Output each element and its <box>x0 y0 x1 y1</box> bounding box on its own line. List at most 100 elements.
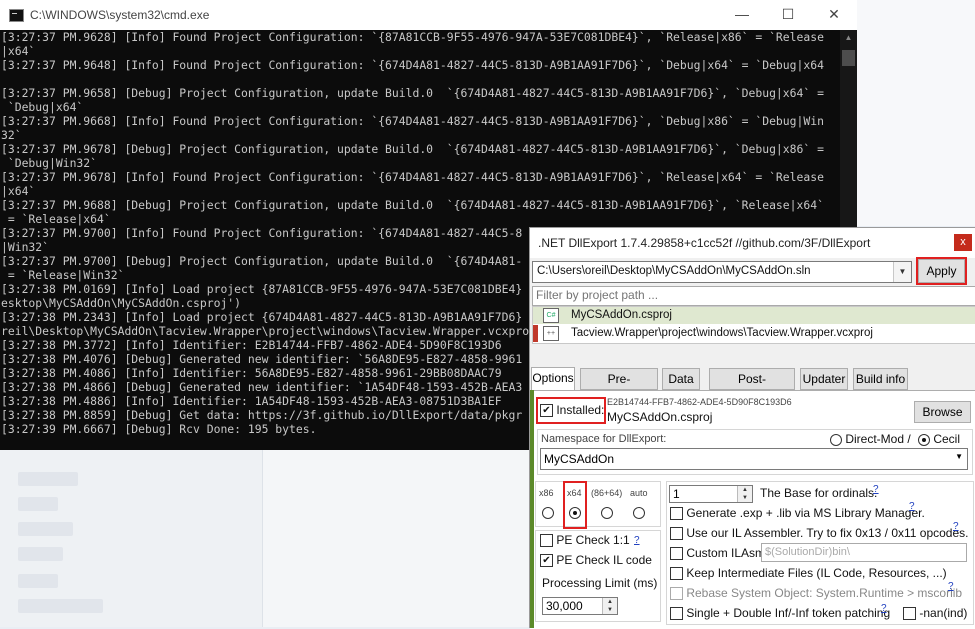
namespace-select[interactable]: MyCSAddOn ▼ <box>540 448 968 470</box>
scrollbar-thumb[interactable] <box>842 50 855 66</box>
project-file-label: MyCSAddOn.csproj <box>607 410 713 424</box>
tab-data[interactable]: Data <box>662 368 700 390</box>
keep-intermediate-label: Keep Intermediate Files (IL Code, Resour… <box>686 566 947 580</box>
close-button[interactable]: x <box>954 234 972 251</box>
custom-ilasm-placeholder: $(SolutionDir)bin\ <box>765 546 850 558</box>
console-line: [3:27:38 PM.4866] [Debug] Generated new … <box>1 380 523 394</box>
keep-intermediate-checkbox[interactable]: Keep Intermediate Files (IL Code, Resour… <box>670 566 947 581</box>
namespace-label: Namespace for DllExport: <box>541 433 667 445</box>
pe-check-11-label: PE Check 1:1 <box>556 533 630 547</box>
maximize-button[interactable]: ☐ <box>765 0 811 30</box>
radio-x86[interactable] <box>542 505 554 519</box>
check-icon: ✔ <box>540 554 553 568</box>
console-line: [3:27:37 PM.9688] [Debug] Project Config… <box>1 198 824 212</box>
close-button[interactable]: ✕ <box>811 0 857 30</box>
explorer-nav-item <box>18 497 58 511</box>
console-line: = `Release|x64` <box>1 212 111 226</box>
nan-ind-label: -nan(ind) <box>919 606 968 620</box>
help-link[interactable]: ? <box>948 581 954 592</box>
background-window <box>857 0 975 226</box>
project-status-marker <box>533 325 538 342</box>
radio-auto[interactable] <box>633 505 645 519</box>
arch-label-both: (86+64) <box>591 488 623 498</box>
console-line: [3:27:38 PM.0169] [Info] Load project {8… <box>1 282 523 296</box>
tab-post-processing[interactable]: Post-processing <box>709 368 795 406</box>
custom-ilasm-checkbox[interactable]: Custom ILAsm: <box>670 546 769 561</box>
checkbox-icon <box>540 534 553 548</box>
cecil-radio[interactable]: Cecil <box>918 432 960 446</box>
help-link[interactable]: ? <box>873 484 879 495</box>
console-line: [3:27:38 PM.4076] [Debug] Generated new … <box>1 352 523 366</box>
scroll-up-icon[interactable]: ▲ <box>840 30 857 46</box>
project-name: MyCSAddOn.csproj <box>571 309 672 321</box>
browse-button[interactable]: Browse <box>914 401 971 423</box>
single-double-inf-label: Single + Double Inf/-Inf token patching <box>686 606 891 620</box>
chevron-down-icon[interactable]: ▼ <box>955 452 963 461</box>
ordinal-label: The Base for ordinals. <box>760 486 878 500</box>
custom-ilasm-label: Custom ILAsm: <box>686 546 769 560</box>
stepper-arrows-icon[interactable]: ▲ ▼ <box>737 486 752 502</box>
list-item[interactable]: ++ Tacview.Wrapper\project\windows\Tacvi… <box>533 325 975 342</box>
installed-label: Installed: <box>556 403 605 417</box>
console-line: esktop\MyCSAddOn\MyCSAddOn.csproj') <box>1 296 242 310</box>
stepper-arrows-icon[interactable]: ▲ ▼ <box>602 598 617 614</box>
apply-button[interactable]: Apply <box>916 257 967 285</box>
radio-selected-icon <box>918 433 930 446</box>
ordinal-stepper[interactable]: 1 ▲ ▼ <box>669 485 753 503</box>
solution-path-value: C:\Users\oreil\Desktop\MyCSAddOn\MyCSAdd… <box>537 265 811 277</box>
csharp-project-icon: C# <box>543 308 559 323</box>
help-link[interactable]: ? <box>953 521 959 532</box>
processing-limit-stepper[interactable]: 30,000 ▲ ▼ <box>542 597 618 615</box>
cpp-project-icon: ++ <box>543 326 559 341</box>
generate-exp-label: Generate .exp + .lib via MS Library Mana… <box>686 506 925 520</box>
check-icon: ✔ <box>540 404 553 418</box>
console-line: [3:27:37 PM.9678] [Debug] Project Config… <box>1 142 824 156</box>
arch-label-auto: auto <box>630 488 648 498</box>
rebase-system-object-checkbox[interactable]: Rebase System Object: System.Runtime > m… <box>670 586 962 601</box>
use-il-assembler-checkbox[interactable]: Use our IL Assembler. Try to fix 0x13 / … <box>670 526 968 541</box>
checkbox-icon <box>670 607 683 621</box>
console-line: [3:27:38 PM.8859] [Debug] Get data: http… <box>1 408 523 422</box>
checkbox-icon <box>670 587 683 601</box>
generate-exp-checkbox[interactable]: Generate .exp + .lib via MS Library Mana… <box>670 506 925 521</box>
tab-updater[interactable]: Updater <box>800 368 848 390</box>
console-line: [3:27:37 PM.9658] [Debug] Project Config… <box>1 86 824 100</box>
help-link[interactable]: ? <box>881 603 887 614</box>
console-line: [3:27:38 PM.4086] [Info] Identifier: 56A… <box>1 366 502 380</box>
tab-pre-processing[interactable]: Pre-processing <box>580 368 658 406</box>
pe-check-11-checkbox[interactable]: PE Check 1:1 <box>540 533 630 548</box>
solution-path-select[interactable]: C:\Users\oreil\Desktop\MyCSAddOn\MyCSAdd… <box>532 261 912 283</box>
installed-checkbox[interactable]: ✔ Installed: <box>540 403 605 418</box>
list-item[interactable]: C# MyCSAddOn.csproj <box>533 307 975 324</box>
console-line: `Debug|x64` <box>1 100 84 114</box>
radio-x64[interactable] <box>569 505 581 519</box>
cmd-title-bar[interactable]: C:\WINDOWS\system32\cmd.exe — ☐ ✕ <box>0 0 857 30</box>
cmd-window-title: C:\WINDOWS\system32\cmd.exe <box>30 8 210 22</box>
single-double-inf-checkbox[interactable]: Single + Double Inf/-Inf token patching <box>670 606 891 621</box>
minimize-button[interactable]: — <box>719 0 765 30</box>
nan-ind-checkbox[interactable]: -nan(ind) <box>903 606 968 621</box>
explorer-nav-item <box>18 599 103 613</box>
chevron-down-icon[interactable]: ▼ <box>893 262 911 282</box>
radio-icon <box>601 506 613 519</box>
help-link[interactable]: ? <box>909 501 915 512</box>
radio-86-64[interactable] <box>601 505 613 519</box>
direct-mod-label: Direct-Mod / <box>845 432 911 446</box>
project-identifier: E2B14744-FFB7-4862-ADE4-5D90F8C193D6 <box>607 397 792 407</box>
custom-ilasm-input[interactable]: $(SolutionDir)bin\ <box>761 543 967 562</box>
radio-icon <box>830 433 842 446</box>
console-line: [3:27:37 PM.9668] [Info] Found Project C… <box>1 114 824 128</box>
dllexport-window: .NET DllExport 1.7.4.29858+c1cc52f //git… <box>529 227 975 629</box>
project-filter-input[interactable] <box>533 287 969 303</box>
direct-mod-radio[interactable]: Direct-Mod / <box>830 432 911 446</box>
status-bar-indicator <box>530 390 534 628</box>
tab-build-info[interactable]: Build info <box>853 368 908 390</box>
project-filter[interactable] <box>532 286 975 306</box>
tab-options[interactable]: Options <box>531 367 575 391</box>
pe-check-il-checkbox[interactable]: ✔ PE Check IL code <box>540 553 652 568</box>
console-line: [3:27:39 PM.6667] [Debug] Rcv Done: 195 … <box>1 422 317 436</box>
processing-limit-value: 30,000 <box>546 599 583 613</box>
explorer-nav-item <box>18 472 78 486</box>
dllexport-title-bar[interactable]: .NET DllExport 1.7.4.29858+c1cc52f //git… <box>530 228 975 258</box>
help-link[interactable]: ? <box>634 535 640 546</box>
